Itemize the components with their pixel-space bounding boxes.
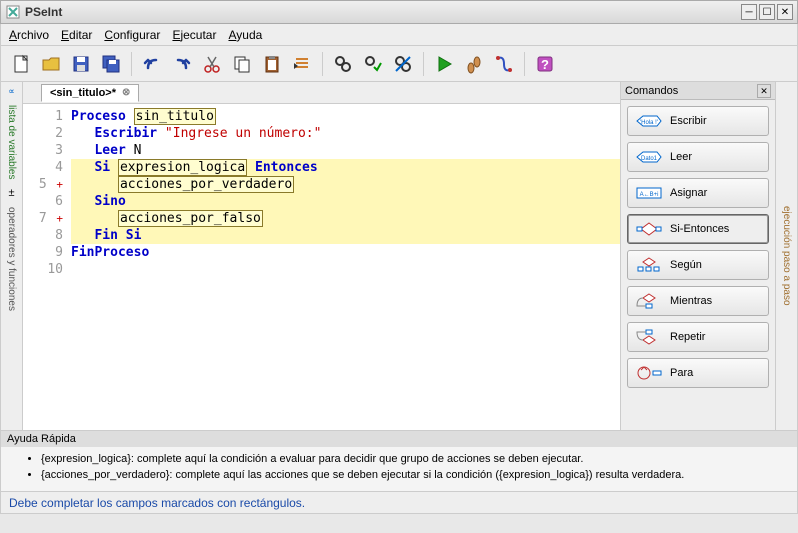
- line-gutter: 1234 5 +6 7 +8910: [23, 104, 71, 430]
- cut-button[interactable]: [198, 50, 226, 78]
- mientras-icon: [634, 292, 664, 310]
- segun-icon: [634, 256, 664, 274]
- cmd-para[interactable]: Para: [627, 358, 769, 388]
- si-icon: [634, 220, 664, 238]
- check-button[interactable]: [359, 50, 387, 78]
- close-button[interactable]: ✕: [777, 4, 793, 20]
- help-item: {expresion_logica}: complete aquí la con…: [41, 453, 781, 465]
- help-item: {acciones_por_verdadero}: complete aquí …: [41, 469, 781, 481]
- sidetab-ops[interactable]: operadores y funciones: [6, 203, 17, 315]
- left-sidebar: ∝ lista de variables ± operadores y func…: [1, 82, 23, 430]
- vars-icon[interactable]: ∝: [8, 86, 14, 97]
- svg-text:A←B+i: A←B+i: [640, 192, 659, 198]
- menubar: Archivo Editar Configurar Ejecutar Ayuda: [0, 24, 798, 46]
- maximize-button[interactable]: ☐: [759, 4, 775, 20]
- status-text: Debe completar los campos marcados con r…: [9, 496, 305, 510]
- ops-icon[interactable]: ±: [8, 187, 14, 199]
- tab-name: <sin_titulo>*: [50, 87, 116, 99]
- right-sidebar: ejecución paso a paso: [775, 82, 797, 430]
- open-button[interactable]: [37, 50, 65, 78]
- leer-icon: Dato1: [634, 148, 664, 166]
- editor-column: <sin_titulo>* ⊗ 1234 5 +6 7 +8910 Proces…: [23, 82, 620, 430]
- cmd-segun[interactable]: Según: [627, 250, 769, 280]
- indent-button[interactable]: [288, 50, 316, 78]
- replace-button[interactable]: [389, 50, 417, 78]
- escribir-icon: 'Hola !': [634, 112, 664, 130]
- saveas-button[interactable]: [97, 50, 125, 78]
- cmd-repetir[interactable]: Repetir: [627, 322, 769, 352]
- menu-archivo[interactable]: Archivo: [9, 28, 49, 42]
- window-title: PSeInt: [25, 5, 739, 19]
- asignar-icon: A←B+i: [634, 184, 664, 202]
- para-icon: [634, 364, 664, 382]
- run-button[interactable]: [430, 50, 458, 78]
- flowchart-button[interactable]: [490, 50, 518, 78]
- menu-configurar[interactable]: Configurar: [104, 28, 160, 42]
- undo-button[interactable]: [138, 50, 166, 78]
- cmd-mientras[interactable]: Mientras: [627, 286, 769, 316]
- repetir-icon: [634, 328, 664, 346]
- panel-close-icon[interactable]: ✕: [757, 84, 771, 98]
- help-button[interactable]: ?: [531, 50, 559, 78]
- code-editor[interactable]: 1234 5 +6 7 +8910 Proceso sin_titulo Esc…: [23, 104, 620, 430]
- cmd-asignar[interactable]: A←B+iAsignar: [627, 178, 769, 208]
- redo-button[interactable]: [168, 50, 196, 78]
- help-panel: Ayuda Rápida {expresion_logica}: complet…: [0, 431, 798, 492]
- find-button[interactable]: [329, 50, 357, 78]
- menu-ayuda[interactable]: Ayuda: [228, 28, 262, 42]
- cmd-si-entonces[interactable]: Si-Entonces: [627, 214, 769, 244]
- svg-text:'Hola !': 'Hola !': [640, 120, 658, 126]
- tab-close-icon[interactable]: ⊗: [122, 87, 130, 98]
- menu-ejecutar[interactable]: Ejecutar: [172, 28, 216, 42]
- svg-text:?: ?: [541, 57, 549, 72]
- commands-panel: Comandos ✕ 'Hola !'Escribir Dato1Leer A←…: [620, 82, 775, 430]
- statusbar: Debe completar los campos marcados con r…: [0, 492, 798, 514]
- sidetab-step[interactable]: ejecución paso a paso: [781, 202, 792, 310]
- panel-title: Comandos: [625, 85, 678, 97]
- help-title: Ayuda Rápida: [7, 433, 76, 445]
- titlebar: PSeInt ─ ☐ ✕: [0, 0, 798, 24]
- svg-text:Dato1: Dato1: [641, 156, 658, 162]
- file-tab[interactable]: <sin_titulo>* ⊗: [41, 84, 139, 102]
- minimize-button[interactable]: ─: [741, 4, 757, 20]
- paste-button[interactable]: [258, 50, 286, 78]
- save-button[interactable]: [67, 50, 95, 78]
- copy-button[interactable]: [228, 50, 256, 78]
- toolbar: ?: [0, 46, 798, 82]
- cmd-escribir[interactable]: 'Hola !'Escribir: [627, 106, 769, 136]
- cmd-leer[interactable]: Dato1Leer: [627, 142, 769, 172]
- step-button[interactable]: [460, 50, 488, 78]
- sidetab-vars[interactable]: lista de variables: [6, 101, 17, 183]
- new-button[interactable]: [7, 50, 35, 78]
- app-icon: [5, 4, 21, 20]
- menu-editar[interactable]: Editar: [61, 28, 92, 42]
